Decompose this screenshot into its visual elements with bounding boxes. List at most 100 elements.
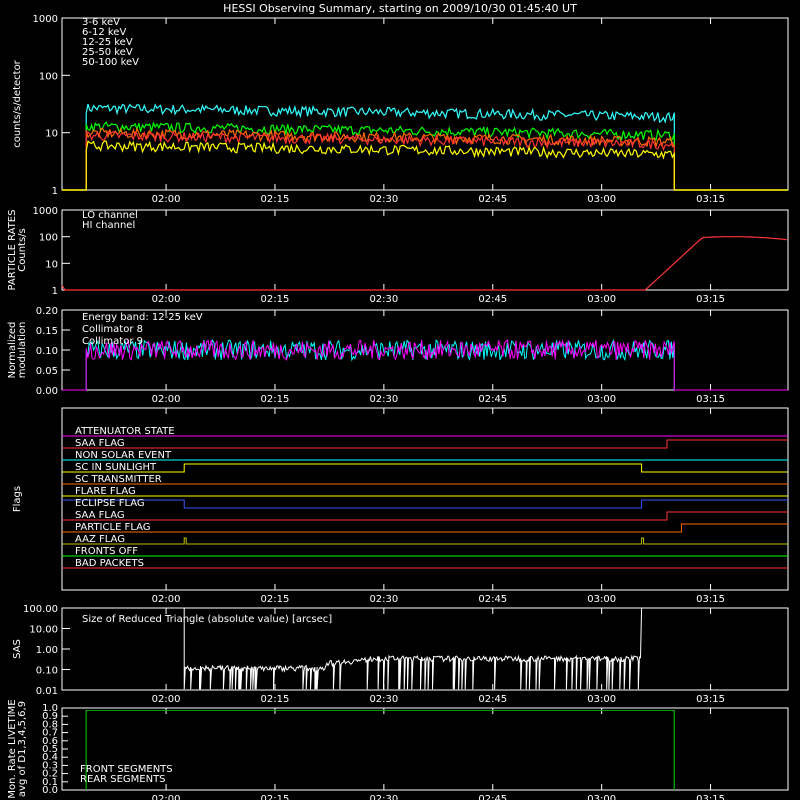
y-tick-label: 10 <box>45 259 58 270</box>
y-tick-label: 0.01 <box>36 686 58 697</box>
flag-label: SAA FLAG <box>75 510 125 521</box>
legend-entry: Collimator 9 <box>82 336 143 347</box>
y-tick-label: 1 <box>52 286 58 297</box>
panel-sas: 02:00 02:15 02:30 02:45 03:00 03:15 0.01 0.10 1.… <box>12 604 789 705</box>
x-tick-label: 02:30 <box>369 794 398 800</box>
x-tick-label: 02:30 <box>369 394 398 405</box>
y-axis-label: SAS <box>12 639 23 659</box>
flag-label: SC TRANSMITTER <box>75 474 162 485</box>
series-25-50-keV <box>62 121 788 191</box>
legend-entry: Collimator 8 <box>82 324 143 335</box>
flag-label: FRONTS OFF <box>75 546 138 557</box>
x-tick-label: 02:45 <box>478 194 507 205</box>
series-LO-channel <box>61 236 787 291</box>
series-FRONT-SEGMENTS <box>85 709 675 790</box>
flag-label: AAZ FLAG <box>75 534 125 545</box>
x-tick-label: 02:15 <box>261 594 290 605</box>
flag-line <box>62 499 788 509</box>
x-tick-label: 03:00 <box>587 194 616 205</box>
y-tick-label: 1 <box>52 186 58 197</box>
panel-modulation: 02:00 02:15 02:30 02:45 03:00 03:15 0.00 0.05 0.… <box>7 306 789 405</box>
x-tick-label: 03:15 <box>696 294 725 305</box>
flag-line <box>62 537 788 545</box>
y-tick-label: 100 <box>39 233 58 244</box>
plot-frame <box>61 707 789 791</box>
x-tick-label: 03:15 <box>696 794 725 800</box>
x-tick-label: 03:15 <box>696 394 725 405</box>
panel-count-rates: 02:00 02:15 02:30 02:45 03:00 03:15 1 10 100 1000… <box>12 14 789 205</box>
x-tick-label: 02:30 <box>369 594 398 605</box>
panel-flags: 02:00 02:15 02:30 02:45 03:00 03:15 Flags ATTEN… <box>12 407 789 605</box>
flag-label: ECLIPSE FLAG <box>75 498 145 509</box>
legend-entry: 50-100 keV <box>82 57 139 68</box>
y-tick-label: 1000 <box>33 206 58 217</box>
x-tick-label: 02:00 <box>152 694 181 705</box>
flag-label: PARTICLE FLAG <box>75 522 151 533</box>
x-tick-label: 02:45 <box>478 694 507 705</box>
plot-frame <box>61 209 789 291</box>
y-tick-label: 0.00 <box>36 386 58 397</box>
y-tick-label: 100.00 <box>23 604 58 615</box>
x-tick-label: 02:00 <box>152 594 181 605</box>
x-tick-label: 02:45 <box>478 594 507 605</box>
series-12-25-keV <box>62 140 788 191</box>
series-50-100-keV <box>62 103 788 191</box>
x-tick-label: 02:00 <box>152 394 181 405</box>
flag-line <box>62 511 788 521</box>
flag-label: BAD PACKETS <box>75 558 144 569</box>
y-tick-label: 1.0 <box>42 703 58 714</box>
y-tick-label: 1.00 <box>36 645 58 656</box>
flag-label: ATTENUATOR STATE <box>75 426 175 437</box>
panel-particle-rates: 02:00 02:15 02:30 02:45 03:00 03:15 1 10 100 1000… <box>7 206 789 305</box>
series-REAR-SEGMENTS <box>85 709 675 790</box>
flag-line <box>62 523 788 533</box>
panel-livetime: 02:00 02:15 02:30 02:45 03:00 03:150.00.10.20… <box>7 699 789 800</box>
x-tick-label: 02:15 <box>261 194 290 205</box>
y-axis-label: Counts/s <box>17 228 28 272</box>
y-axis-label: modulation <box>17 322 28 379</box>
x-tick-label: 02:00 <box>152 794 181 800</box>
y-tick-label: 0.10 <box>36 666 58 677</box>
x-tick-label: 02:45 <box>478 794 507 800</box>
x-tick-label: 03:00 <box>587 294 616 305</box>
summary-chart: HESSI Observing Summary, starting on 200… <box>7 2 789 800</box>
x-tick-label: 02:45 <box>478 394 507 405</box>
y-tick-label: 0.20 <box>36 306 58 317</box>
y-axis-label: Flags <box>12 486 23 512</box>
y-axis-label: counts/s/detector <box>12 59 23 147</box>
y-tick-label: 10.00 <box>29 625 58 636</box>
legend-entry: REAR SEGMENTS <box>80 774 166 785</box>
y-tick-label: 0.05 <box>36 366 58 377</box>
x-tick-label: 02:30 <box>369 194 398 205</box>
x-tick-label: 02:30 <box>369 294 398 305</box>
x-tick-label: 03:15 <box>696 694 725 705</box>
y-tick-label: 10 <box>45 129 58 140</box>
band-annotation: Energy band: 12-25 keV <box>82 312 203 323</box>
flag-label: FLARE FLAG <box>75 486 136 497</box>
x-tick-label: 03:15 <box>696 594 725 605</box>
flag-label: NON SOLAR EVENT <box>75 450 172 461</box>
x-tick-label: 02:45 <box>478 294 507 305</box>
series-3-6-keV <box>62 130 788 191</box>
x-tick-label: 02:00 <box>152 194 181 205</box>
chart-title: HESSI Observing Summary, starting on 200… <box>223 2 577 15</box>
x-tick-label: 03:15 <box>696 194 725 205</box>
flag-label: SC IN SUNLIGHT <box>75 462 157 473</box>
y-tick-label: 100 <box>39 71 58 82</box>
x-tick-label: 02:15 <box>261 694 290 705</box>
x-tick-label: 03:00 <box>587 794 616 800</box>
plot-frame <box>61 17 789 191</box>
x-tick-label: 02:30 <box>369 694 398 705</box>
y-tick-label: 1000 <box>33 14 58 25</box>
sas-annotation: Size of Reduced Triangle (absolute value… <box>82 614 332 625</box>
x-tick-label: 02:15 <box>261 294 290 305</box>
x-tick-label: 03:00 <box>587 594 616 605</box>
y-tick-label: 0.10 <box>36 346 58 357</box>
x-tick-label: 02:15 <box>261 394 290 405</box>
y-tick-label: 0.15 <box>36 326 58 337</box>
x-tick-label: 02:00 <box>152 294 181 305</box>
x-tick-label: 02:15 <box>261 794 290 800</box>
flag-line <box>62 463 788 473</box>
flag-label: SAA FLAG <box>75 438 125 449</box>
x-tick-label: 03:00 <box>587 394 616 405</box>
